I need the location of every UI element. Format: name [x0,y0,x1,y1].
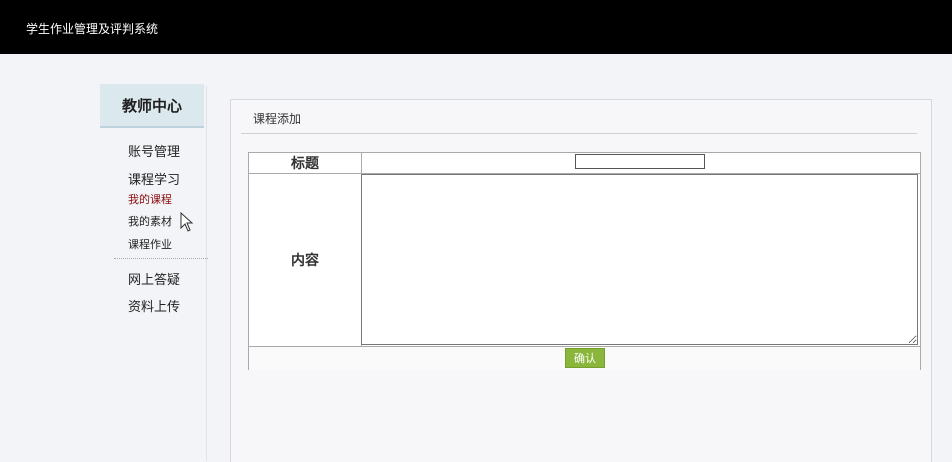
sidebar-header: 教师中心 [100,84,204,128]
sidebar: 教师中心 账号管理 课程学习 我的课程 我的素材 课程作业 网上答疑 资料上传 [98,84,208,461]
sidebar-item-account[interactable]: 账号管理 [128,141,180,160]
sidebar-item-online-qa[interactable]: 网上答疑 [128,269,180,288]
content-label: 内容 [249,174,362,346]
course-add-panel: 课程添加 标题 内容 确认 [230,99,932,462]
content-textarea[interactable] [361,174,918,345]
panel-title: 课程添加 [253,112,302,126]
form-actions: 确认 [249,346,920,370]
sidebar-item-upload[interactable]: 资料上传 [128,296,180,315]
title-input[interactable] [575,154,705,169]
app-title: 学生作业管理及评判系统 [26,22,159,36]
sidebar-item-course-study[interactable]: 课程学习 [128,169,180,188]
sidebar-border [206,86,207,461]
mouse-cursor-icon [180,212,194,232]
top-bar: 学生作业管理及评判系统 [0,0,952,54]
sidebar-subitem-my-courses[interactable]: 我的课程 [128,191,172,207]
sidebar-divider [114,258,208,259]
title-label: 标题 [249,153,362,173]
panel-divider [241,133,917,134]
confirm-button[interactable]: 确认 [565,348,605,368]
sidebar-subitem-course-homework[interactable]: 课程作业 [128,236,172,252]
course-form: 标题 内容 确认 [248,152,921,370]
sidebar-subitem-my-materials[interactable]: 我的素材 [128,213,172,229]
